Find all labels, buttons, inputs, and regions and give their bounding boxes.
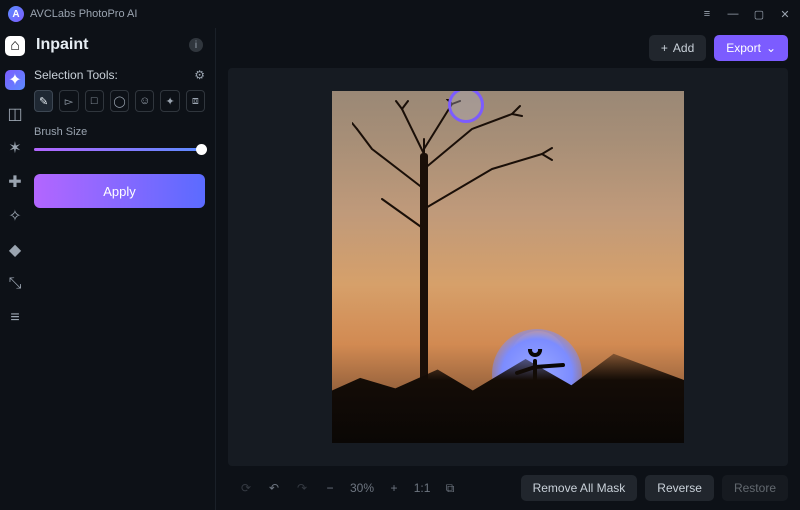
crop-icon[interactable]: ✧ [5,206,25,226]
selection-tools-label: Selection Tools: [34,68,118,82]
maximize-icon[interactable]: ▢ [752,8,766,21]
home-icon[interactable]: ⌂ [5,36,25,56]
puzzle-icon[interactable]: ✚ [5,172,25,192]
rect-tool[interactable]: □ [85,90,104,112]
add-label: Add [673,41,694,55]
chevron-down-icon: ⌄ [766,41,776,55]
select-all-tool[interactable]: ⧈ [186,90,205,112]
bottom-toolbar: ⟳ ↶ ↷ − 30% + 1:1 ⧉ Remove All Mask Reve… [216,466,800,510]
brush-tool[interactable]: ✎ [34,90,53,112]
close-icon[interactable]: ✕ [778,8,792,21]
title-bar: A AVCLabs PhotoPro AI ≡ — ▢ ✕ [0,0,800,28]
person-tool[interactable]: ☺ [135,90,154,112]
tree-branches [352,99,572,269]
brush-size-label: Brush Size [34,126,205,138]
mask-icon[interactable]: ◫ [5,104,25,124]
zoom-actual-icon[interactable]: 1:1 [414,481,430,495]
app-logo: A [8,6,24,22]
menu-icon[interactable]: ≡ [700,8,714,20]
sliders-icon[interactable]: ≡ [5,308,25,328]
minimize-icon[interactable]: — [726,8,740,20]
magic-tool[interactable]: ✦ [160,90,179,112]
gear-icon[interactable]: ⚙ [194,68,205,82]
top-toolbar: + Add Export ⌄ [216,28,800,68]
export-label: Export [726,41,761,55]
sparkle-icon[interactable]: ✶ [5,138,25,158]
plus-icon: + [661,41,668,55]
add-button[interactable]: + Add [649,35,706,61]
app-title: AVCLabs PhotoPro AI [30,8,137,20]
bucket-icon[interactable]: ◆ [5,240,25,260]
zoom-out-icon[interactable]: − [322,481,338,495]
zoom-level: 30% [350,481,374,495]
remove-all-mask-button[interactable]: Remove All Mask [521,475,638,501]
compare-icon[interactable]: ⧉ [442,481,458,496]
side-panel: Inpaint i Selection Tools: ⚙ ✎ ▻ □ ◯ ☺ ✦… [30,28,216,510]
canvas-image [332,91,684,443]
reverse-button[interactable]: Reverse [645,475,714,501]
undo-icon[interactable]: ↶ [266,481,282,495]
pointer-tool[interactable]: ▻ [59,90,78,112]
export-button[interactable]: Export ⌄ [714,35,788,61]
resize-icon[interactable]: ⤡ [5,274,25,294]
inpaint-icon[interactable]: ✦ [5,70,25,90]
tool-rail: ⌂ ✦ ◫ ✶ ✚ ✧ ◆ ⤡ ≡ [0,28,30,510]
apply-button[interactable]: Apply [34,174,205,208]
info-icon[interactable]: i [189,38,203,52]
ellipse-tool[interactable]: ◯ [110,90,129,112]
zoom-in-icon[interactable]: + [386,481,402,495]
panel-title: Inpaint [36,36,88,54]
brush-size-slider[interactable] [34,142,205,156]
redo-icon[interactable]: ↷ [294,481,310,495]
refresh-icon[interactable]: ⟳ [238,481,254,495]
selection-toolbar: ✎ ▻ □ ◯ ☺ ✦ ⧈ [34,90,205,112]
canvas-stage[interactable] [228,68,788,466]
restore-button[interactable]: Restore [722,475,788,501]
